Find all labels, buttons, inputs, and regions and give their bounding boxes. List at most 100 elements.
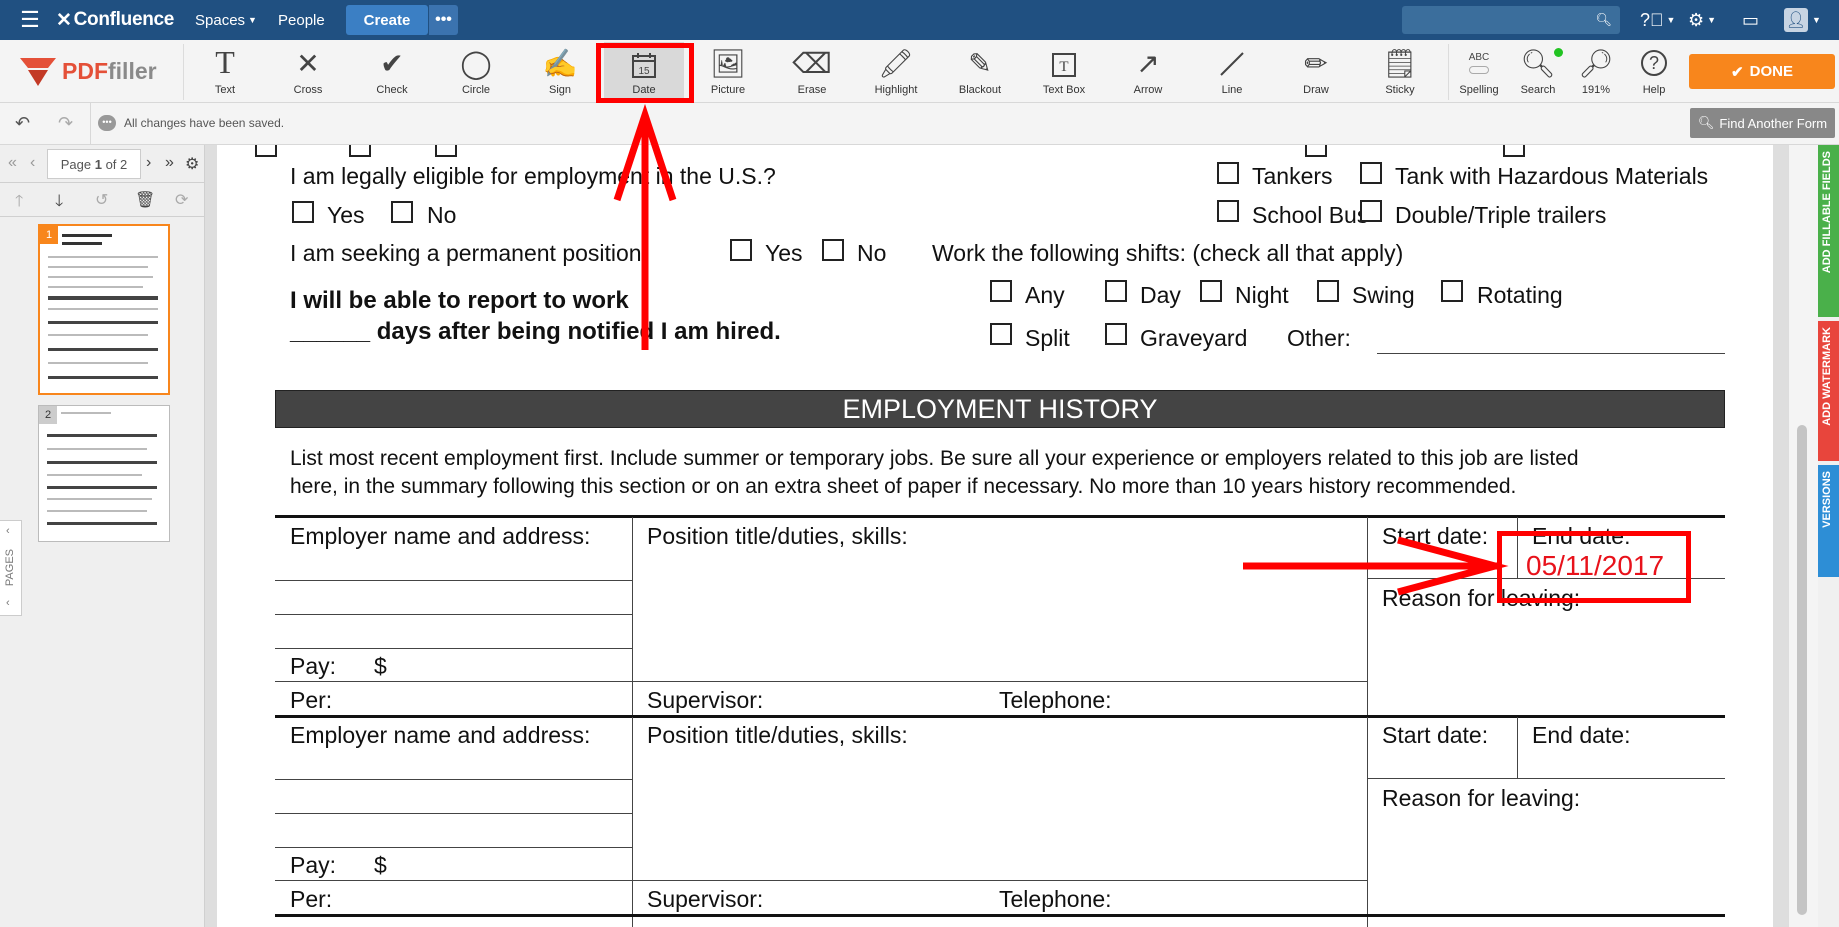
swing-checkbox[interactable]: [1317, 280, 1339, 302]
employer-line[interactable]: [275, 648, 632, 649]
add-fillable-fields-label: ADD FILLABLE FIELDS: [1821, 151, 1833, 274]
notifications-button[interactable]: ▭: [1742, 0, 1759, 40]
pages-tab-label: PAGES: [4, 549, 16, 587]
people-link[interactable]: People: [278, 0, 325, 40]
day-checkbox[interactable]: [1105, 280, 1127, 302]
trash-icon[interactable]: 🗑︎: [135, 190, 155, 210]
eligible-yes-checkbox[interactable]: [292, 201, 314, 223]
text-tool-button[interactable]: T Text: [185, 42, 265, 102]
chat-bubble-icon: •••: [98, 115, 116, 131]
position-label: Position title/duties, skills:: [647, 523, 908, 549]
employer-line[interactable]: [275, 813, 632, 814]
more-create-button[interactable]: •••: [428, 5, 458, 35]
prev-page-icon[interactable]: ‹: [30, 154, 35, 172]
add-fillable-fields-tab[interactable]: ADD FILLABLE FIELDS: [1818, 145, 1839, 317]
help-menu[interactable]: ?⃝ ▼: [1640, 0, 1675, 40]
pay-line: [275, 880, 1367, 881]
user-avatar[interactable]: 👤︎: [1784, 8, 1808, 32]
blackout-tool-button[interactable]: ✎ Blackout: [940, 42, 1020, 102]
no-label: No: [427, 202, 457, 228]
double-triple-checkbox[interactable]: [1360, 200, 1382, 222]
checkbox[interactable]: [349, 145, 371, 157]
line-tool-button[interactable]: Line: [1192, 42, 1272, 102]
other-line[interactable]: [1377, 353, 1725, 354]
employer-line[interactable]: [275, 779, 632, 780]
picture-tool-button[interactable]: 🖼︎ Picture: [688, 42, 768, 102]
scrollbar-thumb[interactable]: [1797, 425, 1807, 915]
checkbox[interactable]: [1305, 145, 1327, 157]
school-bus-checkbox[interactable]: [1217, 200, 1239, 222]
page-thumbnail[interactable]: 2: [38, 405, 170, 542]
permanent-yes-checkbox[interactable]: [730, 239, 752, 261]
night-checkbox[interactable]: [1200, 280, 1222, 302]
rotate-icon[interactable]: ↺: [95, 190, 108, 210]
first-page-icon[interactable]: «: [8, 154, 17, 172]
add-watermark-tab[interactable]: ADD WATERMARK: [1818, 321, 1839, 461]
user-chevron-down-icon[interactable]: ▼: [1812, 0, 1821, 40]
move-up-icon[interactable]: 🡑: [15, 190, 23, 217]
search-input[interactable]: 🔍︎: [1402, 6, 1620, 34]
help-button[interactable]: ? Help: [1616, 42, 1692, 102]
tankers-checkbox[interactable]: [1217, 162, 1239, 184]
checkbox[interactable]: [1503, 145, 1525, 157]
draw-tool-button[interactable]: ✏ Draw: [1276, 42, 1356, 102]
checkbox[interactable]: [255, 145, 277, 157]
erase-tool-button[interactable]: ⌫ Erase: [772, 42, 852, 102]
versions-tab[interactable]: VERSIONS: [1818, 465, 1839, 577]
create-button[interactable]: Create: [346, 5, 428, 35]
pay-line: [275, 681, 1367, 682]
chevron-left-icon: ‹: [6, 525, 10, 537]
highlight-tool-button[interactable]: 🖍︎ Highlight: [856, 42, 936, 102]
page-actions: 🡑 🡓 ↺ 🗑︎ ⟳: [0, 183, 205, 217]
employer-line[interactable]: [275, 614, 632, 615]
gear-icon: ⚙: [1688, 9, 1705, 30]
refresh-icon[interactable]: ⟳: [175, 190, 188, 210]
arrow-tool-button[interactable]: ↗ Arrow: [1108, 42, 1188, 102]
thumb-line: [47, 486, 157, 489]
line-svg: [1220, 52, 1244, 76]
rotating-checkbox[interactable]: [1441, 280, 1463, 302]
eligible-no-checkbox[interactable]: [391, 201, 413, 223]
pdffiller-wordmark: PDFfiller: [62, 58, 157, 85]
tool-label: Sign: [548, 84, 572, 96]
document-scrollbar[interactable]: [1788, 145, 1818, 927]
graveyard-checkbox[interactable]: [1105, 323, 1127, 345]
page-indicator[interactable]: Page 1 of 2: [47, 149, 141, 179]
report-text-line1: I will be able to report to work: [290, 287, 629, 314]
last-page-icon[interactable]: »: [165, 154, 174, 172]
tool-label: Help: [1642, 84, 1666, 96]
thumb-line: [47, 522, 157, 525]
per-label: Per:: [290, 687, 333, 713]
circle-tool-button[interactable]: ◯ Circle: [436, 42, 516, 102]
done-button[interactable]: ✔ DONE: [1689, 54, 1835, 89]
split-checkbox[interactable]: [990, 323, 1012, 345]
redo-icon[interactable]: ↷: [58, 113, 73, 134]
undo-icon[interactable]: ↶: [15, 113, 30, 134]
permanent-no-checkbox[interactable]: [822, 239, 844, 261]
employer-line[interactable]: [275, 580, 632, 581]
cross-tool-button[interactable]: ✕ Cross: [268, 42, 348, 102]
employer-line[interactable]: [275, 847, 632, 848]
menu-icon[interactable]: ☰: [10, 0, 50, 40]
sticky-tool-button[interactable]: 🗒︎ Sticky: [1360, 42, 1440, 102]
check-tool-button[interactable]: ✔ Check: [352, 42, 432, 102]
inbox-icon: ▭: [1742, 9, 1760, 30]
any-checkbox[interactable]: [990, 280, 1012, 302]
find-another-form-button[interactable]: 🔍︎ Find Another Form: [1690, 108, 1835, 138]
settings-menu[interactable]: ⚙ ▼: [1688, 0, 1716, 40]
checkbox[interactable]: [435, 145, 457, 157]
spaces-menu[interactable]: Spaces ▼: [195, 0, 257, 40]
confluence-logo[interactable]: ✕ Confluence: [56, 0, 174, 40]
gear-icon[interactable]: ⚙: [185, 154, 199, 174]
pages-tab[interactable]: ‹ PAGES ‹: [0, 520, 22, 616]
page-thumbnail[interactable]: 1: [38, 224, 170, 395]
confluence-brand: Confluence: [73, 9, 175, 30]
move-down-icon[interactable]: 🡓: [55, 190, 63, 217]
sign-tool-button[interactable]: ✍ Sign: [520, 42, 600, 102]
tank-hazardous-checkbox[interactable]: [1360, 162, 1382, 184]
pay-label: Pay:: [290, 653, 337, 679]
employment-history-heading: EMPLOYMENT HISTORY: [275, 390, 1725, 428]
text-box-tool-button[interactable]: T Text Box: [1024, 42, 1104, 102]
next-page-icon[interactable]: ›: [146, 154, 151, 172]
tank-hazardous-label: Tank with Hazardous Materials: [1395, 163, 1709, 189]
